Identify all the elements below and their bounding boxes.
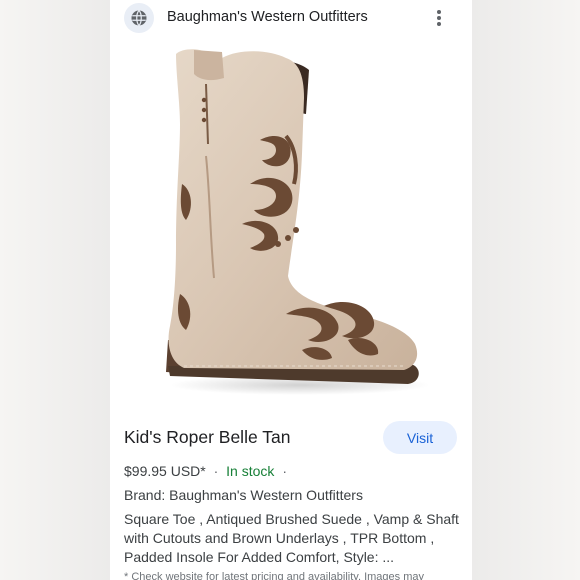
- brand: Brand: Baughman's Western Outfitters: [124, 487, 363, 503]
- product-card: Baughman's Western Outfitters Kid's Rope…: [110, 0, 472, 580]
- product-description: Square Toe , Antiqued Brushed Suede , Va…: [124, 511, 459, 565]
- price-availability: $99.95 USD* · In stock ·: [124, 463, 291, 479]
- more-vert-icon: [437, 10, 441, 26]
- separator-trailing: ·: [282, 463, 287, 479]
- more-options-button[interactable]: [427, 6, 451, 30]
- stock-status: In stock: [226, 463, 275, 479]
- price: $99.95 USD*: [124, 463, 206, 479]
- separator: ·: [213, 463, 219, 479]
- product-image[interactable]: [110, 44, 472, 400]
- pricing-disclaimer: * Check website for latest pricing and a…: [124, 571, 424, 580]
- visit-button[interactable]: Visit: [383, 421, 457, 454]
- globe-icon: [131, 10, 147, 26]
- background-right: [472, 0, 580, 580]
- boot-image: [166, 49, 430, 395]
- card-header: Baughman's Western Outfitters: [110, 0, 472, 38]
- site-name[interactable]: Baughman's Western Outfitters: [167, 9, 368, 25]
- site-favicon: [124, 3, 154, 33]
- background-left: [0, 0, 110, 580]
- product-title[interactable]: Kid's Roper Belle Tan: [124, 427, 290, 448]
